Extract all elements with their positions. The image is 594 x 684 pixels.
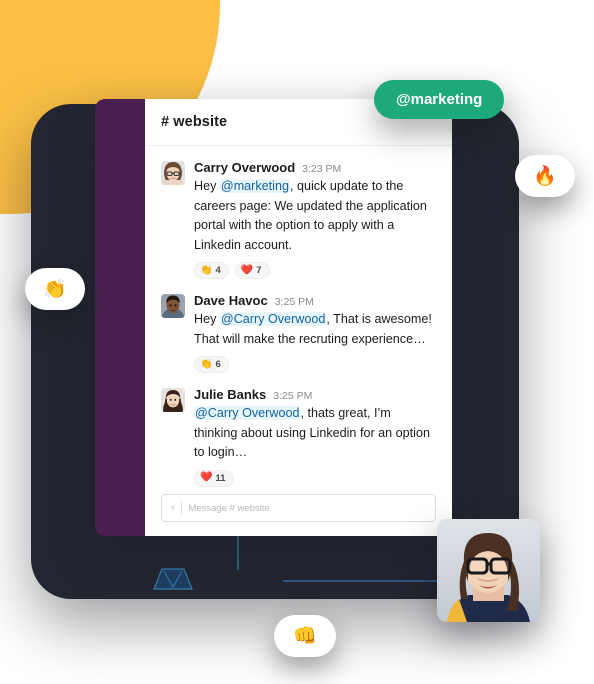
message-text-prefix: Hey (194, 312, 220, 326)
marketing-mention-badge-label: @marketing (396, 91, 483, 108)
message-meta: Carry Overwood 3:23 PM (194, 160, 436, 175)
avatar-image (161, 161, 185, 185)
message-list: Carry Overwood 3:23 PM Hey @marketing, q… (145, 146, 452, 494)
dave-havoc-avatar[interactable] (161, 294, 185, 318)
reaction-count: 7 (256, 265, 262, 276)
floating-clap-emoji-pill[interactable]: 👏 (25, 268, 85, 310)
reaction-list: 👏 4 ❤️ 7 (194, 262, 436, 279)
frame-accent-line-vertical (237, 536, 239, 570)
reaction-count: 6 (215, 359, 221, 370)
message-author[interactable]: Dave Havoc (194, 293, 268, 308)
composer-divider (181, 502, 183, 514)
julie-banks-avatar[interactable] (161, 388, 185, 412)
mention-link[interactable]: @marketing (219, 179, 290, 193)
clap-icon: 👏 (200, 264, 213, 276)
heart-icon: ❤️ (240, 264, 254, 276)
heart-icon: ❤️ (200, 472, 213, 483)
reaction-count: 11 (215, 472, 226, 484)
mention-link[interactable]: @Carry Overwood (219, 312, 327, 326)
portrait-image (437, 519, 540, 622)
message-meta: Dave Havoc 3:25 PM (194, 293, 436, 308)
message-item: Julie Banks 3:25 PM @Carry Overwood, tha… (161, 387, 436, 487)
reaction-list: ❤️ 11 (194, 469, 436, 487)
reaction-count: 4 (215, 265, 221, 276)
carry-overwood-avatar[interactable] (161, 161, 185, 185)
video-call-participant-photo[interactable] (437, 519, 540, 622)
clapping-hands-icon: 👏 (43, 279, 67, 300)
slack-chat-window: # website Carry Overwood 3:23 PM Hey @ma… (95, 99, 452, 536)
floating-fist-emoji-pill[interactable]: 👊 (274, 615, 336, 657)
message-text: Hey @Carry Overwood, That is awesome! Th… (194, 310, 436, 349)
reaction-list: 👏 6 (194, 356, 436, 373)
message-body: Dave Havoc 3:25 PM Hey @Carry Overwood, … (194, 293, 436, 373)
message-input-placeholder[interactable]: Message # website (188, 503, 269, 514)
clap-reaction[interactable]: 👏 6 (194, 356, 229, 373)
message-item: Dave Havoc 3:25 PM Hey @Carry Overwood, … (161, 293, 436, 373)
marketing-mention-badge[interactable]: @marketing (374, 80, 505, 119)
channel-title: # website (161, 114, 228, 130)
message-body: Julie Banks 3:25 PM @Carry Overwood, tha… (194, 387, 436, 487)
message-timestamp: 3:25 PM (273, 390, 313, 402)
message-composer[interactable]: ⚡ Message # website (161, 494, 436, 522)
clap-reaction[interactable]: 👏 4 (194, 262, 229, 279)
message-body: Carry Overwood 3:23 PM Hey @marketing, q… (194, 160, 436, 279)
avatar-image (161, 388, 185, 412)
scene: # website Carry Overwood 3:23 PM Hey @ma… (0, 0, 594, 684)
message-author[interactable]: Carry Overwood (194, 160, 295, 175)
frame-plug-decoration (150, 565, 196, 591)
message-author[interactable]: Julie Banks (194, 387, 266, 402)
message-text-prefix: Hey (194, 179, 220, 193)
message-timestamp: 3:25 PM (274, 296, 314, 308)
heart-reaction[interactable]: ❤️ 7 (234, 262, 270, 279)
floating-fire-emoji-pill[interactable]: 🔥 (515, 155, 575, 197)
fire-icon: 🔥 (533, 166, 557, 187)
plug-icon (153, 568, 193, 590)
fist-bump-icon: 👊 (293, 626, 317, 647)
heart-reaction[interactable]: ❤️ 11 (194, 469, 234, 487)
clap-icon: 👏 (200, 358, 213, 370)
slack-main-panel: # website Carry Overwood 3:23 PM Hey @ma… (145, 99, 452, 536)
message-item: Carry Overwood 3:23 PM Hey @marketing, q… (161, 160, 436, 279)
slack-sidebar-rail[interactable] (95, 99, 145, 536)
message-timestamp: 3:23 PM (302, 163, 342, 175)
message-meta: Julie Banks 3:25 PM (194, 387, 436, 402)
lightning-bolt-icon[interactable]: ⚡ (170, 503, 176, 513)
mention-link[interactable]: @Carry Overwood (194, 406, 301, 420)
message-text: @Carry Overwood, thats great, I’m thinki… (194, 404, 436, 463)
message-text: Hey @marketing, quick update to the care… (194, 177, 436, 255)
avatar-image (161, 294, 185, 318)
